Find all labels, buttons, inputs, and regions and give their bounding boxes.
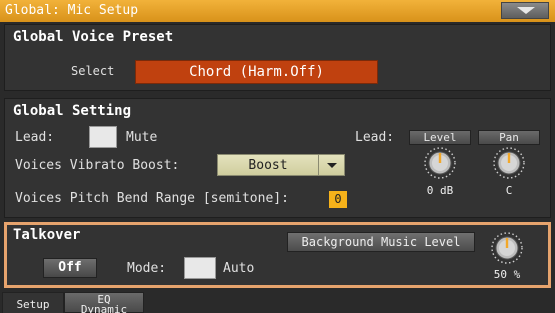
page-menu-button[interactable] — [501, 2, 549, 19]
pan-value: C — [505, 184, 513, 197]
lead-right-label: Lead: — [355, 130, 395, 145]
pan-header: Pan — [478, 130, 540, 145]
knob-icon — [491, 232, 523, 264]
tab-setup[interactable]: Setup — [2, 292, 64, 313]
window-title: Global: Mic Setup — [5, 3, 139, 18]
talkover-off-button[interactable]: Off — [43, 258, 97, 278]
panel-title: Talkover — [13, 227, 81, 243]
tab-dynamic-label: Dynamic — [80, 303, 128, 313]
mute-label: Mute — [126, 130, 158, 145]
chevron-down-icon — [517, 7, 535, 14]
talkover-panel: Talkover Background Music Level Off Mode… — [4, 222, 551, 288]
background-music-level-button[interactable]: Background Music Level — [287, 232, 475, 252]
page-tabs: Setup EQ Dynamic — [0, 292, 555, 313]
level-header: Level — [409, 130, 471, 145]
knob-icon — [493, 147, 525, 179]
pitch-bend-field[interactable]: 0 — [329, 191, 347, 208]
mode-label: Mode: — [127, 261, 167, 276]
knob-icon — [424, 147, 456, 179]
auto-label: Auto — [223, 261, 255, 276]
background-music-level-value: 50 % — [493, 268, 521, 281]
level-value: 0 dB — [426, 184, 454, 197]
pitch-bend-label: Voices Pitch Bend Range [semitone]: — [15, 191, 289, 206]
background-music-level-knob[interactable] — [490, 231, 524, 265]
tab-eq-dynamic[interactable]: EQ Dynamic — [64, 292, 144, 313]
title-bar: Global: Mic Setup — [0, 0, 555, 22]
vibrato-boost-dropdown[interactable]: Boost — [217, 154, 345, 176]
global-setting-panel: Global Setting Lead: Mute Lead: Level Pa… — [4, 98, 551, 218]
select-label: Select — [71, 64, 115, 78]
panel-title: Global Voice Preset — [13, 29, 174, 45]
panel-title: Global Setting — [13, 103, 132, 119]
lead-label: Lead: — [15, 130, 55, 145]
global-voice-preset-panel: Global Voice Preset Select Chord (Harm.O… — [4, 24, 551, 91]
lead-mute-checkbox[interactable] — [89, 126, 117, 148]
vibrato-boost-value: Boost — [248, 158, 288, 173]
lead-pan-knob[interactable] — [492, 146, 526, 180]
dropdown-arrow-icon — [318, 155, 344, 175]
lead-level-knob[interactable] — [423, 146, 457, 180]
voice-preset-select[interactable]: Chord (Harm.Off) — [135, 60, 378, 84]
talkover-mode-checkbox[interactable] — [184, 257, 216, 279]
vibrato-boost-label: Voices Vibrato Boost: — [15, 158, 180, 173]
